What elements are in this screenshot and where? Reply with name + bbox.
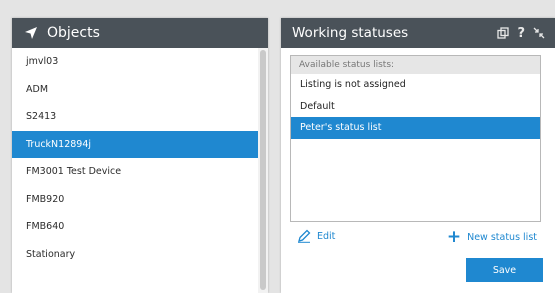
status-list-item-default[interactable]: Default: [291, 96, 540, 118]
header-icons: ?: [497, 26, 545, 41]
object-item-fmb920[interactable]: FMB920: [12, 186, 258, 214]
object-item-fmb640[interactable]: FMB640: [12, 213, 258, 241]
status-list-item-not-assigned[interactable]: Listing is not assigned: [291, 74, 540, 96]
edit-label: Edit: [317, 230, 336, 242]
object-item-label: FM3001 Test Device: [26, 166, 122, 178]
edit-link[interactable]: Edit: [297, 229, 335, 243]
object-item-label: ADM: [26, 83, 49, 95]
object-item-label: FMB920: [26, 193, 65, 205]
working-statuses-panel: Working statuses ? Available status list…: [281, 18, 555, 293]
status-list-label: Peter's status list: [300, 122, 382, 134]
collapse-icon[interactable]: [533, 27, 545, 39]
pencil-icon: [298, 229, 311, 243]
object-item-jmvl03[interactable]: jmvl03: [12, 48, 258, 76]
copy-icon[interactable]: [497, 27, 510, 39]
new-status-list-label: New status list: [467, 232, 537, 243]
available-lists-label: Available status lists:: [291, 56, 540, 74]
working-statuses-header: Working statuses ?: [281, 18, 555, 48]
status-list-item-peters[interactable]: Peter's status list: [291, 117, 540, 139]
object-item-label: jmvl03: [26, 56, 59, 68]
object-item-label: S2413: [26, 111, 57, 123]
objects-header: Objects: [12, 18, 268, 48]
object-item-label: FMB640: [26, 221, 65, 233]
objects-title: Objects: [47, 25, 100, 41]
object-item-truckn12894j[interactable]: TruckN12894j: [12, 130, 258, 158]
plus-icon: +: [446, 227, 462, 247]
object-list: jmvl03 ADM S2413 TruckN12894j FM3001 Tes…: [12, 48, 258, 293]
status-list-label: Default: [300, 100, 335, 112]
object-item-fm3001[interactable]: FM3001 Test Device: [12, 158, 258, 186]
working-statuses-title: Working statuses: [292, 25, 409, 41]
navigation-arrow-icon: [24, 26, 38, 40]
object-item-label: Stationary: [26, 248, 76, 260]
object-item-adm[interactable]: ADM: [12, 76, 258, 104]
help-icon[interactable]: ?: [517, 26, 525, 41]
status-list-box: Available status lists: Listing is not a…: [290, 55, 541, 222]
new-status-list-link[interactable]: + New status list: [447, 229, 537, 246]
object-item-s2413[interactable]: S2413: [12, 103, 258, 131]
object-item-stationary[interactable]: Stationary: [12, 241, 258, 269]
status-list-label: Listing is not assigned: [300, 79, 406, 91]
save-button[interactable]: Save: [466, 258, 543, 282]
object-list-scroll-thumb[interactable]: [260, 50, 266, 290]
object-item-label: TruckN12894j: [26, 138, 92, 150]
objects-panel: Objects jmvl03 ADM S2413 TruckN12894j FM…: [12, 18, 268, 293]
